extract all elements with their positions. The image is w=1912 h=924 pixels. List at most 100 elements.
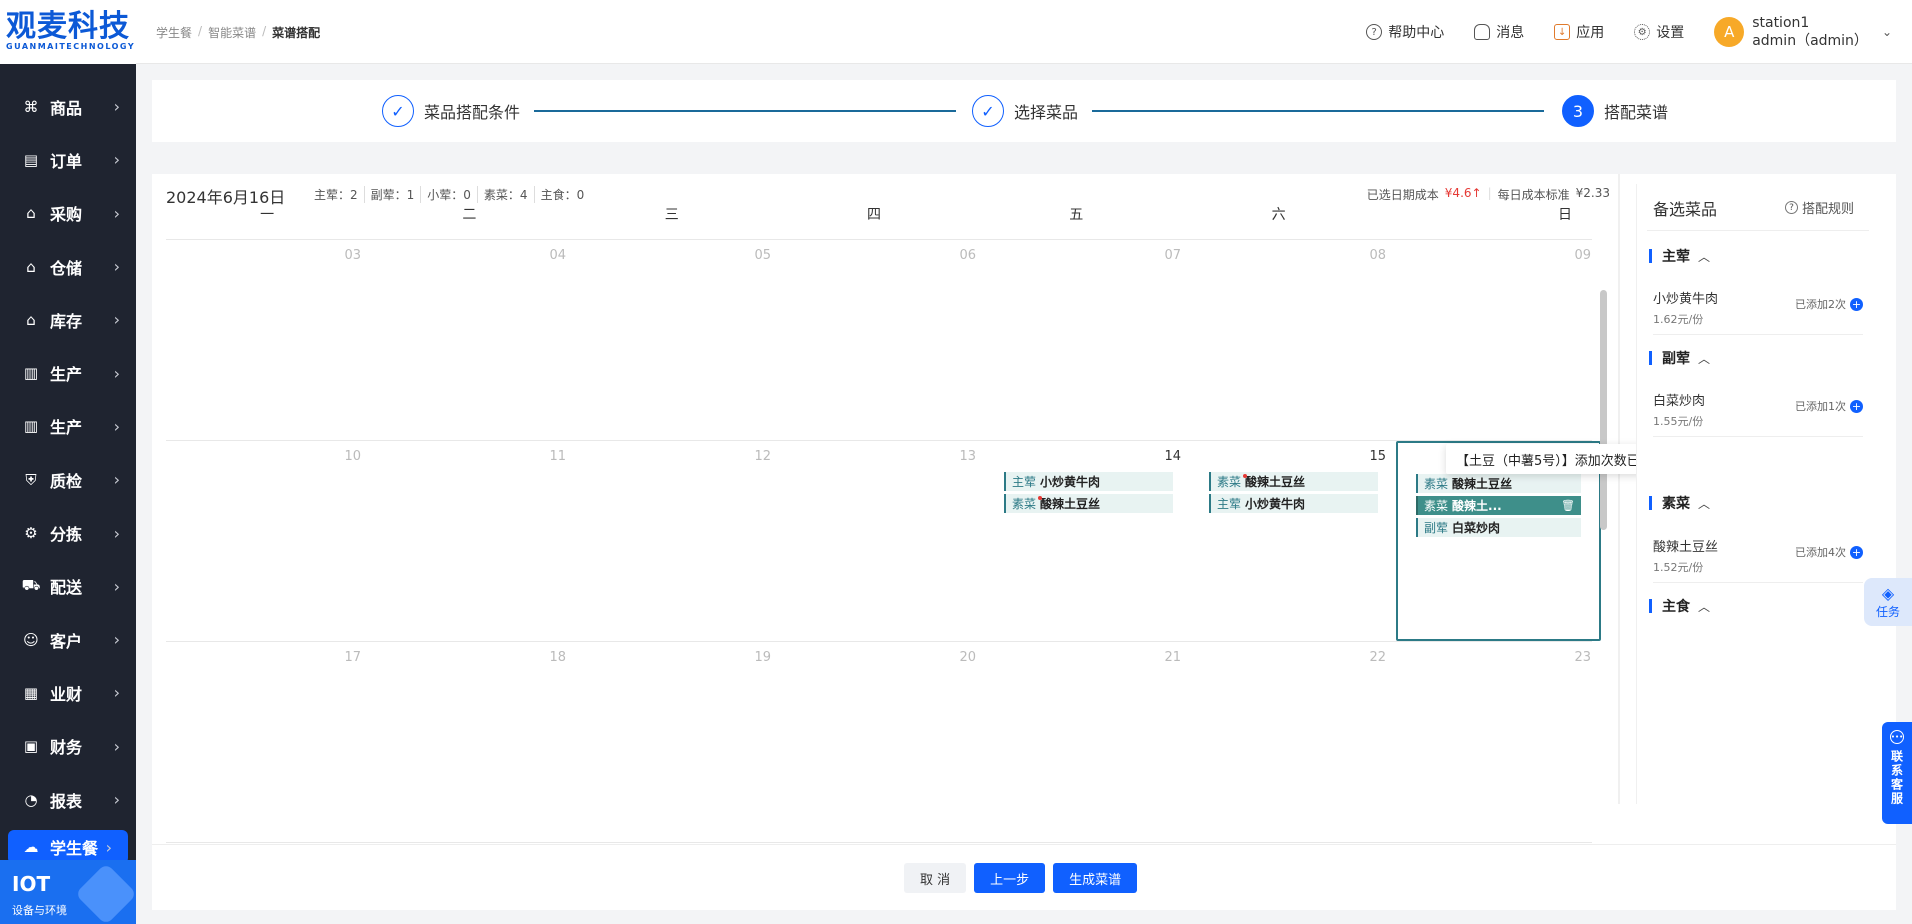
- iot-title: IOT: [12, 872, 51, 896]
- calendar-day[interactable]: 04: [371, 240, 576, 440]
- warning-dot-icon: [1038, 496, 1042, 500]
- sidebar-item-label: 仓储: [50, 258, 83, 278]
- header-actions: ? 帮助中心 消息 ↓ 应用 ⚙ 设置 A station1 admin（admin）…: [1366, 0, 1892, 64]
- step-1: ✓ 菜品搭配条件: [382, 95, 520, 127]
- iot-entry[interactable]: IOT 设备与环境: [0, 860, 136, 924]
- calendar-day[interactable]: 18: [371, 642, 576, 842]
- group-side-meat[interactable]: 副荤 ︿: [1649, 348, 1710, 368]
- sidebar-menu: ⌘ 商品 › ▤ 订单 › ⌂ 采购 › ⌂ 仓储 › ⌂ 库存 › ▥ 生产 › ▥ 生产 › ⛨ 质检 › …: [0, 64, 136, 865]
- calendar-day[interactable]: 03: [166, 240, 371, 440]
- added-label: 已添加2次: [1795, 298, 1846, 311]
- add-icon[interactable]: +: [1850, 545, 1863, 559]
- candidate-item[interactable]: 酸辣土豆丝 1.52元/份 已添加4次 +: [1653, 536, 1863, 576]
- calendar-day[interactable]: 07: [986, 240, 1191, 440]
- sidebar-item-sorting[interactable]: ⚙ 分拣 ›: [0, 506, 136, 559]
- help-center-button[interactable]: ? 帮助中心: [1366, 22, 1444, 42]
- group-main-meat[interactable]: 主荤 ︿: [1649, 246, 1710, 266]
- sidebar-item-delivery[interactable]: ⛟ 配送 ›: [0, 560, 136, 613]
- dish-chip[interactable]: 素菜 酸辣土豆丝: [1209, 472, 1378, 491]
- calendar-day[interactable]: 20: [781, 642, 986, 842]
- group-vegetable[interactable]: 素菜 ︿: [1649, 493, 1710, 513]
- chevron-right-icon: ›: [113, 630, 120, 650]
- warning-dot-icon: [1243, 474, 1247, 478]
- settings-button[interactable]: ⚙ 设置: [1634, 22, 1684, 42]
- calendar-day[interactable]: 10: [166, 441, 371, 641]
- app-button[interactable]: ↓ 应用: [1554, 22, 1604, 42]
- message-label: 消息: [1496, 25, 1525, 41]
- dish-chip[interactable]: 素菜 酸辣土豆丝: [1004, 494, 1173, 513]
- add-icon[interactable]: +: [1850, 297, 1863, 311]
- meal-icon: ☁: [23, 838, 39, 857]
- sidebar-item-label: 业财: [50, 684, 83, 704]
- step-label: 选择菜品: [1014, 103, 1079, 122]
- truck-icon: ⛟: [21, 576, 41, 595]
- breadcrumb-item[interactable]: 智能菜谱: [208, 24, 256, 41]
- sidebar-item-quality[interactable]: ⛨ 质检 ›: [0, 453, 136, 506]
- dish-name: 酸辣土豆丝: [1452, 477, 1513, 491]
- step-label: 菜品搭配条件: [424, 103, 521, 122]
- sidebar-item-purchase[interactable]: ⌂ 采购 ›: [0, 187, 136, 240]
- breadcrumb-item[interactable]: 学生餐: [156, 24, 192, 41]
- calendar-day[interactable]: 21: [986, 642, 1191, 842]
- std-label: 每日成本标准: [1497, 188, 1570, 202]
- sidebar-item-finance[interactable]: ▣ 财务 ›: [0, 720, 136, 773]
- layers-icon: ◈: [1881, 584, 1895, 603]
- sidebar-item-business-finance[interactable]: ▦ 业财 ›: [0, 666, 136, 719]
- sidebar-item-warehouse[interactable]: ⌂ 仓储 ›: [0, 240, 136, 293]
- iot-subtitle: 设备与环境: [12, 904, 67, 917]
- candidate-item[interactable]: 小炒黄牛肉 1.62元/份 已添加2次 +: [1653, 288, 1863, 328]
- sidebar-item-orders[interactable]: ▤ 订单 ›: [0, 133, 136, 186]
- question-icon: ?: [1784, 201, 1798, 214]
- calendar-day-15[interactable]: 15 素菜 酸辣土豆丝 主荤 小炒黄牛肉: [1191, 441, 1396, 641]
- rules-link[interactable]: ? 搭配规则: [1784, 198, 1854, 217]
- contact-service-button[interactable]: ••• 联系客服: [1882, 722, 1912, 824]
- sidebar-item-production[interactable]: ▥ 生产 ›: [0, 346, 136, 399]
- sidebar-item-inventory[interactable]: ⌂ 库存 ›: [0, 293, 136, 346]
- item-price: 1.52元/份: [1653, 561, 1704, 574]
- calendar-day[interactable]: 13: [781, 441, 986, 641]
- dish-chip[interactable]: 副荤 白菜炒肉: [1416, 518, 1581, 537]
- calendar-day-14[interactable]: 14 主荤 小炒黄牛肉 素菜 酸辣土豆丝: [986, 441, 1191, 641]
- stat-main-meat: 主荤：2: [314, 186, 365, 203]
- calendar-day[interactable]: 11: [371, 441, 576, 641]
- group-name: 主食: [1662, 599, 1690, 615]
- weekday: 四: [866, 207, 881, 223]
- logo[interactable]: 观麦科技 GUANMAITECHNOLOGY: [0, 0, 136, 64]
- added-label: 已添加4次: [1795, 546, 1846, 559]
- message-button[interactable]: 消息: [1474, 22, 1524, 42]
- sidebar-item-label: 生产: [50, 418, 83, 438]
- calendar-day[interactable]: 22: [1191, 642, 1396, 842]
- scrollbar-thumb[interactable]: [1600, 290, 1607, 530]
- sidebar-item-customer[interactable]: ☺ 客户 ›: [0, 613, 136, 666]
- dish-chip[interactable]: 素菜 酸辣土豆丝: [1416, 474, 1581, 493]
- download-icon: ↓: [1554, 24, 1571, 40]
- sidebar-item-goods[interactable]: ⌘ 商品 ›: [0, 80, 136, 133]
- calendar-day[interactable]: 06: [781, 240, 986, 440]
- divider: [1653, 582, 1863, 583]
- user-menu[interactable]: A station1 admin（admin） ⌄: [1714, 14, 1892, 50]
- prev-step-button[interactable]: 上一步: [974, 863, 1046, 893]
- calendar-day[interactable]: 05: [576, 240, 781, 440]
- calendar-day[interactable]: 19: [576, 642, 781, 842]
- dish-chip[interactable]: 主荤 小炒黄牛肉: [1004, 472, 1173, 491]
- rules-label: 搭配规则: [1801, 202, 1854, 217]
- calendar-day[interactable]: 17: [166, 642, 371, 842]
- candidate-item[interactable]: 白菜炒肉 1.55元/份 已添加1次 +: [1653, 390, 1863, 430]
- calendar-day[interactable]: 09: [1396, 240, 1601, 440]
- sidebar-item-reports[interactable]: ◔ 报表 ›: [0, 773, 136, 826]
- add-icon[interactable]: +: [1850, 399, 1863, 413]
- dish-chip-highlighted[interactable]: 素菜 酸辣土... 🗑: [1416, 496, 1581, 515]
- task-button[interactable]: ◈ 任务: [1864, 578, 1912, 626]
- group-staple[interactable]: 主食 ︿: [1649, 596, 1710, 616]
- calendar-day[interactable]: 12: [576, 441, 781, 641]
- generate-menu-button[interactable]: 生成菜谱: [1053, 863, 1138, 893]
- dish-chip[interactable]: 主荤 小炒黄牛肉: [1209, 494, 1378, 513]
- trash-icon[interactable]: 🗑: [1561, 499, 1575, 512]
- calendar-day[interactable]: 23: [1396, 642, 1601, 842]
- breadcrumb-separator: /: [262, 24, 267, 38]
- cancel-button[interactable]: 取 消: [904, 863, 967, 893]
- calendar-day[interactable]: 08: [1191, 240, 1396, 440]
- sidebar-item-production-2[interactable]: ▥ 生产 ›: [0, 400, 136, 453]
- chevron-right-icon: ›: [113, 203, 120, 223]
- sidebar-item-label: 库存: [50, 311, 83, 331]
